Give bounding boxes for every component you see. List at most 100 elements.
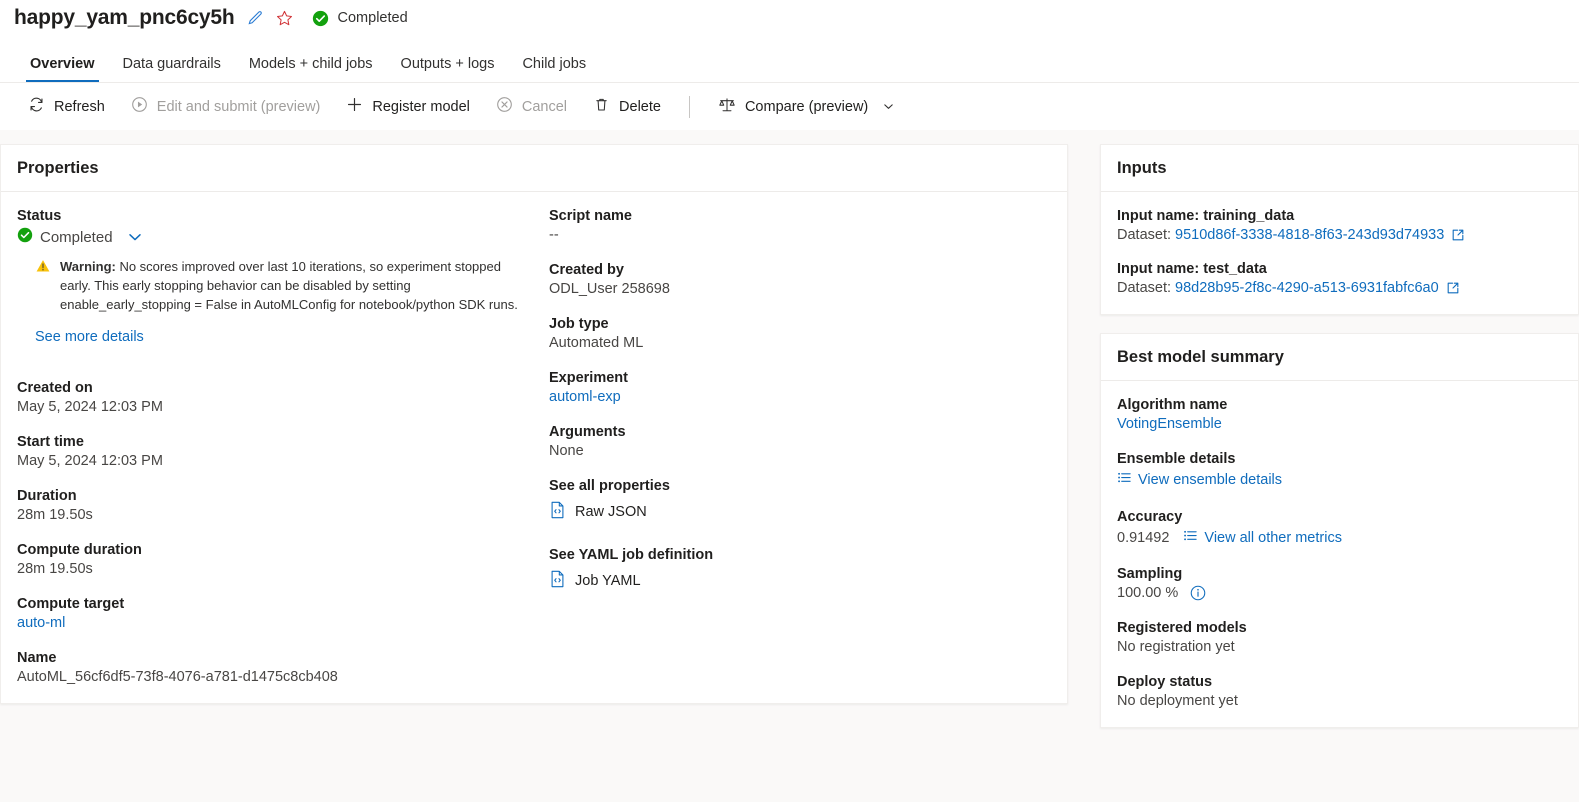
tab-outputs-logs[interactable]: Outputs + logs	[387, 55, 509, 83]
ensemble-details-label: Ensemble details	[1117, 451, 1236, 467]
field-sampling: Sampling 100.00 %	[1117, 566, 1562, 601]
field-status-value: Completed	[40, 228, 113, 246]
sampling-row: 100.00 %	[1117, 585, 1562, 601]
field-created-on-label: Created on	[17, 379, 93, 396]
properties-column: Properties Status Completed Warning: No …	[0, 144, 1068, 704]
delete-button[interactable]: Delete	[581, 89, 673, 125]
accuracy-label: Accuracy	[1117, 509, 1183, 525]
dataset-id-link[interactable]: 9510d86f-3338-4818-8f63-243d93d74933	[1175, 227, 1444, 243]
input-name-label: Input name: test_data	[1117, 261, 1267, 277]
warning-message: Warning: No scores improved over last 10…	[60, 257, 527, 315]
main-content: Properties Status Completed Warning: No …	[0, 130, 1579, 728]
status-expand-chevron-down-icon[interactable]	[127, 229, 143, 245]
field-see-yaml: See YAML job definition Job YAML	[549, 547, 1051, 592]
field-deploy-status: Deploy status No deployment yet	[1117, 674, 1562, 709]
field-start-time-value: May 5, 2024 12:03 PM	[17, 452, 163, 469]
properties-card-body: Status Completed Warning: No scores impr…	[1, 192, 1067, 703]
field-name-label: Name	[17, 649, 57, 666]
refresh-button[interactable]: Refresh	[16, 89, 117, 125]
code-file-icon	[549, 501, 566, 523]
pencil-icon[interactable]	[245, 8, 265, 28]
field-experiment-label: Experiment	[549, 370, 628, 386]
inputs-card-body: Input name: training_data Dataset: 9510d…	[1101, 192, 1578, 314]
field-registered-models: Registered models No registration yet	[1117, 620, 1562, 655]
field-name: Name AutoML_56cf6df5-73f8-4076-a781-d147…	[17, 650, 549, 685]
refresh-icon	[28, 96, 45, 117]
refresh-label: Refresh	[54, 98, 105, 115]
field-created-on-value: May 5, 2024 12:03 PM	[17, 398, 163, 415]
success-check-icon	[17, 227, 33, 247]
field-compute-duration-label: Compute duration	[17, 541, 142, 558]
compare-label: Compare (preview)	[744, 98, 869, 115]
see-yaml-label: See YAML job definition	[549, 547, 714, 563]
field-algorithm-name: Algorithm name VotingEnsemble	[1117, 397, 1562, 432]
dataset-row: Dataset: 9510d86f-3338-4818-8f63-243d93d…	[1117, 227, 1562, 243]
field-name-value: AutoML_56cf6df5-73f8-4076-a781-d1475c8cb…	[17, 668, 338, 685]
tab-overview[interactable]: Overview	[16, 56, 109, 83]
compute-target-link[interactable]: auto-ml	[17, 615, 549, 631]
view-ensemble-details-link[interactable]: View ensemble details	[1117, 470, 1282, 489]
input-name-label: Input name: training_data	[1117, 208, 1295, 224]
raw-json-link[interactable]: Raw JSON	[549, 501, 1051, 523]
tab-data-guardrails[interactable]: Data guardrails	[109, 56, 235, 83]
algorithm-name-link[interactable]: VotingEnsemble	[1117, 416, 1562, 432]
success-check-icon	[311, 8, 331, 28]
list-icon	[1183, 528, 1198, 547]
view-ensemble-details-label: View ensemble details	[1138, 471, 1283, 488]
properties-card: Properties Status Completed Warning: No …	[0, 144, 1068, 704]
deploy-status-value: No deployment yet	[1117, 693, 1238, 709]
external-link-icon[interactable]	[1451, 228, 1465, 242]
status-value-row: Completed	[17, 227, 549, 247]
tab-models-child-jobs-label: Models + child jobs	[248, 55, 373, 72]
registered-models-value: No registration yet	[1117, 639, 1235, 655]
properties-card-header: Properties	[1, 145, 1067, 192]
see-all-properties-label: See all properties	[549, 478, 670, 494]
see-more-details-link[interactable]: See more details	[35, 329, 144, 345]
external-link-icon[interactable]	[1446, 281, 1460, 295]
compare-button[interactable]: Compare (preview)	[706, 89, 906, 125]
tab-bar: Overview Data guardrails Models + child …	[14, 36, 1579, 82]
field-script-name-value: --	[549, 227, 559, 243]
field-arguments: Arguments None	[549, 424, 1051, 459]
algorithm-name-label: Algorithm name	[1117, 397, 1228, 413]
register-model-button[interactable]: Register model	[334, 89, 482, 125]
field-compute-duration: Compute duration 28m 19.50s	[17, 542, 549, 577]
registered-models-label: Registered models	[1117, 620, 1247, 636]
dataset-id-link[interactable]: 98d28b95-2f8c-4290-a513-6931fabfc6a0	[1175, 280, 1439, 296]
info-icon[interactable]	[1190, 585, 1206, 601]
field-arguments-value: None	[549, 443, 584, 459]
cancel-label: Cancel	[521, 98, 568, 115]
field-created-by-label: Created by	[549, 262, 624, 278]
chevron-down-icon[interactable]	[883, 101, 894, 112]
star-icon[interactable]	[275, 8, 295, 28]
experiment-link[interactable]: automl-exp	[549, 389, 1051, 405]
raw-json-label: Raw JSON	[575, 504, 647, 520]
view-all-other-metrics-label: View all other metrics	[1204, 529, 1342, 546]
tab-child-jobs-label: Child jobs	[522, 55, 587, 72]
edit-and-submit-label: Edit and submit (preview)	[156, 98, 321, 115]
field-duration-label: Duration	[17, 487, 77, 504]
field-duration: Duration 28m 19.50s	[17, 488, 549, 523]
dataset-row: Dataset: 98d28b95-2f8c-4290-a513-6931fab…	[1117, 280, 1562, 296]
tab-outputs-logs-label: Outputs + logs	[400, 55, 495, 72]
field-created-by-value: ODL_User 258698	[549, 281, 670, 297]
field-job-type-value: Automated ML	[549, 335, 644, 351]
best-model-card-body: Algorithm name VotingEnsemble Ensemble d…	[1101, 381, 1578, 727]
cancel-circle-icon	[496, 96, 513, 117]
input-item: Input name: test_data Dataset: 98d28b95-…	[1117, 261, 1562, 296]
field-arguments-label: Arguments	[549, 424, 626, 440]
register-model-label: Register model	[372, 98, 470, 115]
job-yaml-link[interactable]: Job YAML	[549, 570, 1051, 592]
input-item: Input name: training_data Dataset: 9510d…	[1117, 208, 1562, 243]
view-all-other-metrics-link[interactable]: View all other metrics	[1183, 528, 1342, 547]
best-model-summary-card: Best model summary Algorithm name Voting…	[1100, 333, 1579, 728]
command-bar: Refresh Edit and submit (preview) Regist…	[0, 82, 1579, 130]
field-status-label: Status	[17, 208, 62, 224]
field-job-type: Job type Automated ML	[549, 316, 1051, 351]
tab-models-child-jobs[interactable]: Models + child jobs	[235, 55, 387, 83]
properties-column-left: Status Completed Warning: No scores impr…	[17, 208, 549, 685]
tab-child-jobs[interactable]: Child jobs	[508, 55, 600, 83]
list-icon	[1117, 470, 1132, 489]
status-badge-label: Completed	[337, 10, 408, 26]
